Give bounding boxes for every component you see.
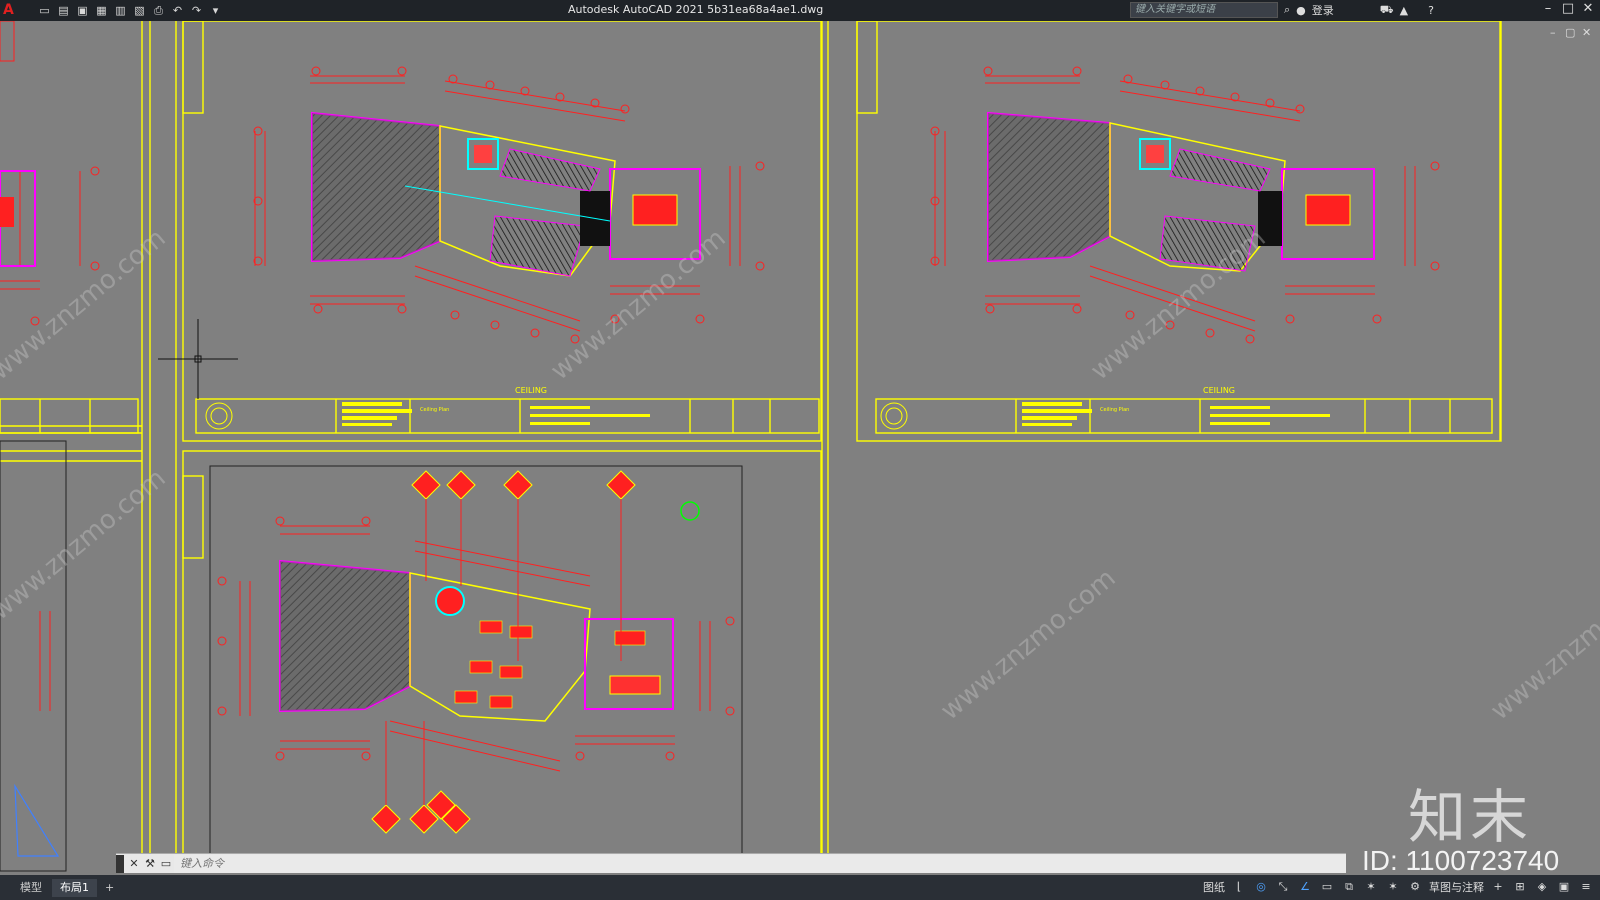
- viewport-restore-icon[interactable]: ▢: [1565, 26, 1575, 39]
- autodesk-a360-icon[interactable]: ▲: [1400, 4, 1408, 17]
- drawing-canvas[interactable]: CEILING CEILING Ceiling Plan Ceiling Pla…: [0, 21, 1600, 880]
- floor-plan-top-left[interactable]: [311, 111, 701, 277]
- help-icon[interactable]: ?: [1428, 4, 1434, 17]
- save-as-icon[interactable]: ▦: [94, 4, 109, 18]
- isolate-objects-icon[interactable]: ◈: [1534, 878, 1550, 896]
- selection-cycling-icon[interactable]: ⧉: [1341, 878, 1357, 896]
- clean-screen-icon[interactable]: ▣: [1556, 878, 1572, 896]
- viewport-close-icon[interactable]: ✕: [1582, 26, 1591, 39]
- polar-tracking-icon[interactable]: ◎: [1253, 878, 1269, 896]
- plan-title-left: CEILING: [515, 386, 547, 395]
- minimize-icon[interactable]: –: [1538, 1, 1558, 16]
- svg-text:www.znzmo.com: www.znzmo.com: [0, 223, 172, 386]
- open-file-icon[interactable]: ▤: [56, 4, 71, 18]
- partial-plan-left: [0, 21, 67, 872]
- search-input[interactable]: 键入关键字或短语: [1130, 2, 1278, 18]
- undo-icon[interactable]: ↶: [170, 4, 185, 18]
- watermark-brand: 知末: [1408, 783, 1533, 851]
- svg-text:www.znzmo.com: www.znzmo.com: [0, 463, 172, 626]
- cart-icon[interactable]: ⛟: [1380, 3, 1394, 18]
- svg-text:www.znzmo.com: www.znzmo.com: [1485, 563, 1600, 726]
- tab-layout1[interactable]: 布局1: [52, 878, 97, 897]
- floor-plan-bottom[interactable]: [209, 465, 743, 859]
- window-title: Autodesk AutoCAD 2021 5b31ea68a4ae1.dwg: [568, 3, 824, 16]
- quick-access-toolbar: ▭ ▤ ▣ ▦ ▥ ▧ ⎙ ↶ ↷ ▾: [37, 4, 223, 18]
- workspace-switcher[interactable]: 草图与注释: [1429, 879, 1484, 895]
- status-bar: 模型 布局1 + 图纸 ⌊ ◎ ⤡ ∠ ▭ ⧉ ✶ ✶ ⚙ 草图与注释 + ⊞ …: [0, 875, 1600, 900]
- plot-preview-icon[interactable]: ▥: [113, 4, 128, 18]
- title-block-note: Ceiling Plan: [420, 407, 449, 413]
- titlebar-right-tools: ⌕ ● 登录 ⛟ ▲ ?: [1284, 2, 1434, 18]
- customize-icon[interactable]: ⚒: [142, 855, 158, 873]
- snap-icon[interactable]: ⌊: [1231, 878, 1247, 896]
- annotation-scale-icon[interactable]: ✶: [1363, 878, 1379, 896]
- plus-icon[interactable]: +: [1490, 878, 1506, 896]
- osnap-icon[interactable]: ⤡: [1275, 878, 1291, 896]
- login-button[interactable]: 登录: [1312, 2, 1334, 18]
- recent-commands-icon[interactable]: ▭: [158, 855, 174, 873]
- close-command-icon[interactable]: ✕: [126, 855, 142, 873]
- plan-title-right: CEILING: [1203, 386, 1235, 395]
- title-bar: A ▭ ▤ ▣ ▦ ▥ ▧ ⎙ ↶ ↷ ▾ Autodesk AutoCAD 2…: [0, 0, 1600, 21]
- dropdown-icon[interactable]: ▾: [208, 4, 223, 18]
- floor-plan-top-right[interactable]: [987, 111, 1375, 272]
- command-input[interactable]: [174, 854, 1346, 873]
- maximize-icon[interactable]: □: [1558, 1, 1578, 16]
- north-arrow-icon: [680, 501, 700, 521]
- lineweight-icon[interactable]: ▭: [1319, 878, 1335, 896]
- units-icon[interactable]: ⊞: [1512, 878, 1528, 896]
- close-icon[interactable]: ✕: [1578, 1, 1598, 16]
- command-grip-icon[interactable]: [116, 854, 124, 873]
- crosshair-cursor: [158, 319, 238, 399]
- annotation-visibility-icon[interactable]: ✶: [1385, 878, 1401, 896]
- autocad-logo-icon[interactable]: A: [3, 2, 21, 19]
- svg-text:www.znzmo.com: www.znzmo.com: [935, 563, 1121, 726]
- title-block-text: [342, 402, 1330, 426]
- user-icon[interactable]: ●: [1296, 4, 1306, 17]
- tab-model[interactable]: 模型: [12, 879, 50, 897]
- add-layout-button[interactable]: +: [105, 881, 114, 894]
- title-block-note-right: Ceiling Plan: [1100, 407, 1129, 413]
- watermark-id: ID: 1100723740: [1362, 845, 1560, 876]
- workspace-gear-icon[interactable]: ⚙: [1407, 878, 1423, 896]
- save-icon[interactable]: ▣: [75, 4, 90, 18]
- viewport-minimize-icon[interactable]: –: [1550, 26, 1556, 39]
- redo-icon[interactable]: ↷: [189, 4, 204, 18]
- status-tools: 图纸 ⌊ ◎ ⤡ ∠ ▭ ⧉ ✶ ✶ ⚙ 草图与注释 + ⊞ ◈ ▣ ≡: [1203, 878, 1594, 896]
- paper-space-toggle[interactable]: 图纸: [1203, 879, 1225, 895]
- command-line: ✕ ⚒ ▭: [116, 853, 1346, 873]
- sheet-frames: [0, 21, 1502, 872]
- publish-icon[interactable]: ▧: [132, 4, 147, 18]
- search-icon[interactable]: ⌕: [1284, 3, 1290, 17]
- print-icon[interactable]: ⎙: [151, 4, 166, 18]
- dynamic-input-icon[interactable]: ∠: [1297, 878, 1313, 896]
- new-file-icon[interactable]: ▭: [37, 4, 52, 18]
- customization-menu-icon[interactable]: ≡: [1578, 878, 1594, 896]
